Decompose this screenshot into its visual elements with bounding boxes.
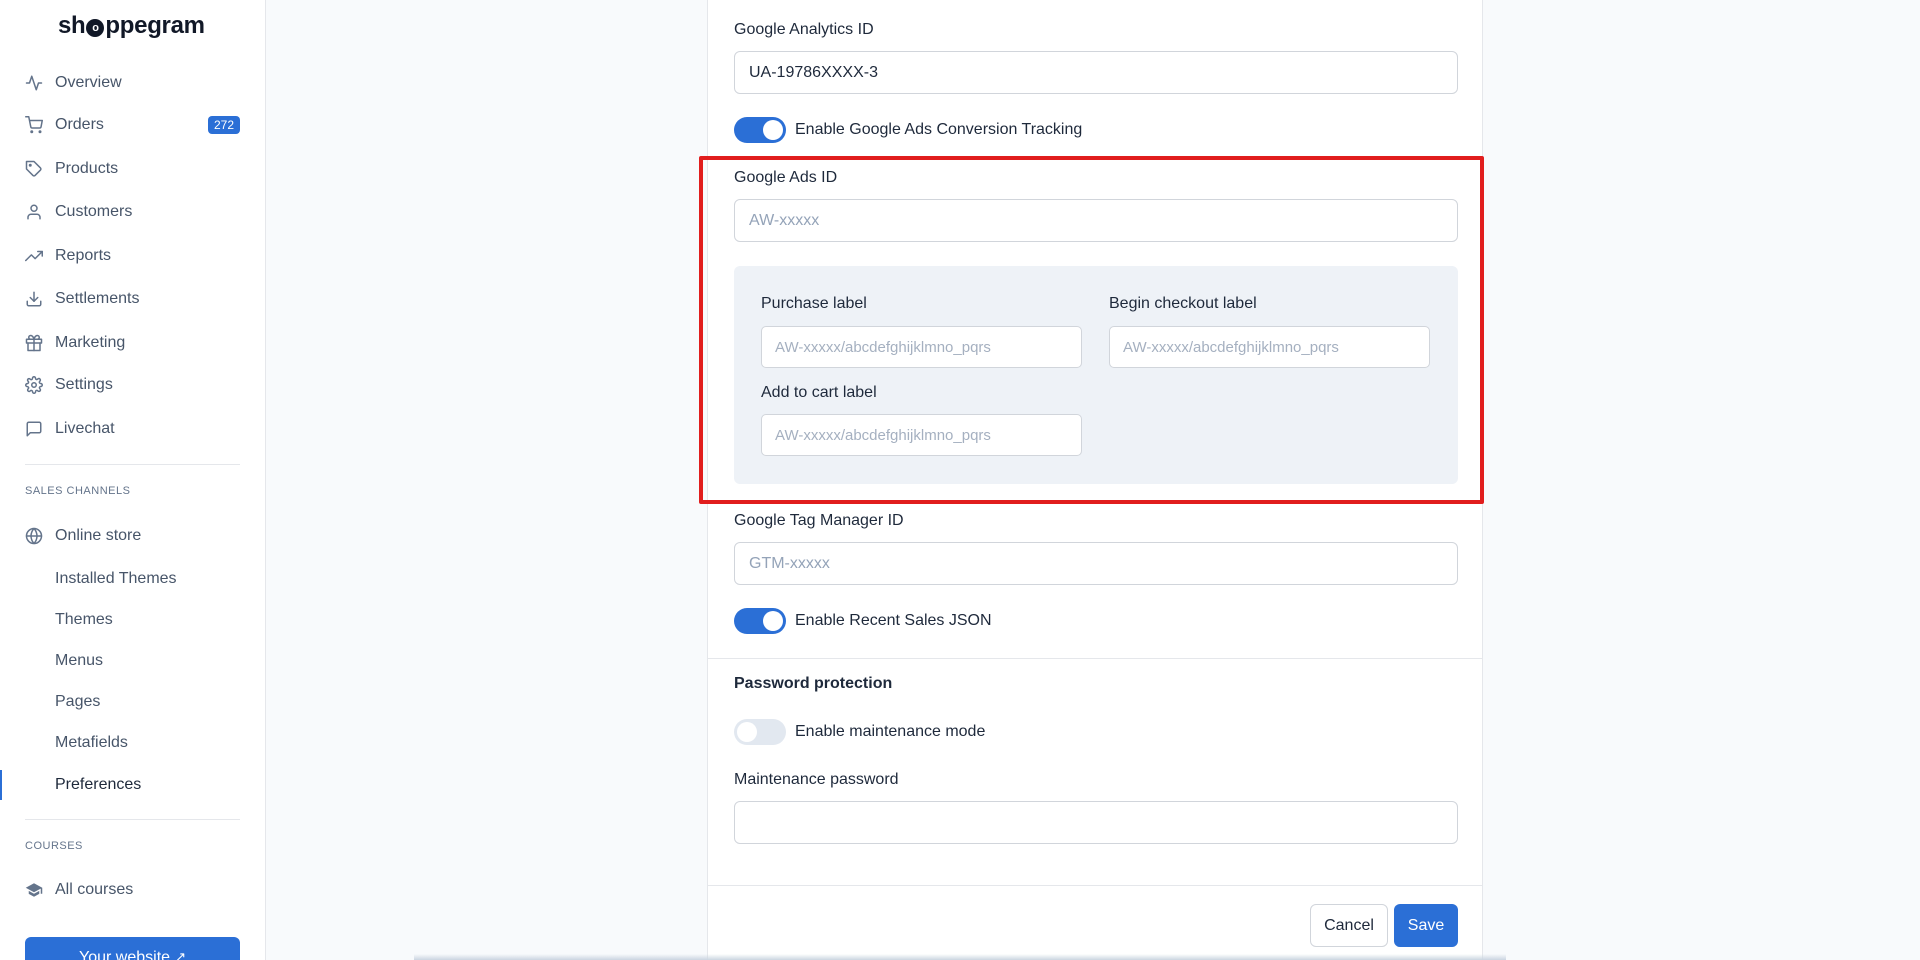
external-link-icon: ↗ bbox=[175, 949, 186, 960]
courses-heading: COURSES bbox=[25, 840, 83, 852]
sidebar-item-settlements[interactable]: Settlements bbox=[25, 284, 240, 314]
sidebar-item-reports[interactable]: Reports bbox=[25, 241, 240, 271]
gear-icon bbox=[25, 376, 43, 394]
begin-checkout-label-input[interactable] bbox=[1109, 326, 1430, 368]
cancel-button[interactable]: Cancel bbox=[1310, 904, 1388, 947]
purchase-label-input[interactable] bbox=[761, 326, 1082, 368]
google-analytics-input[interactable] bbox=[734, 51, 1458, 94]
maintenance-password-label: Maintenance password bbox=[734, 771, 899, 788]
maintenance-toggle[interactable] bbox=[734, 719, 786, 745]
sidebar-divider bbox=[25, 819, 240, 820]
ads-tracking-row: Enable Google Ads Conversion Tracking bbox=[734, 117, 1082, 143]
active-indicator bbox=[0, 770, 2, 800]
sidebar-subitem-themes[interactable]: Themes bbox=[55, 611, 113, 629]
google-ads-id-input[interactable] bbox=[734, 199, 1458, 242]
tag-icon bbox=[25, 160, 43, 178]
sidebar-item-marketing[interactable]: Marketing bbox=[25, 328, 240, 358]
trending-up-icon bbox=[25, 247, 43, 265]
sidebar-item-label: Settings bbox=[55, 376, 113, 393]
your-website-button[interactable]: Your website ↗ bbox=[25, 937, 240, 960]
maintenance-password-input[interactable] bbox=[734, 801, 1458, 844]
sidebar-subitem-installed-themes[interactable]: Installed Themes bbox=[55, 570, 177, 588]
save-button[interactable]: Save bbox=[1394, 904, 1458, 947]
sidebar-item-label: All courses bbox=[55, 881, 134, 898]
sidebar-subitem-pages[interactable]: Pages bbox=[55, 693, 100, 711]
add-to-cart-label-input[interactable] bbox=[761, 414, 1082, 456]
sidebar-item-customers[interactable]: Customers bbox=[25, 197, 240, 227]
sidebar-item-label: Settlements bbox=[55, 290, 140, 307]
sidebar-subitem-metafields[interactable]: Metafields bbox=[55, 734, 128, 752]
sidebar-item-label: Reports bbox=[55, 247, 112, 264]
sidebar-item-label: Customers bbox=[55, 203, 133, 220]
sidebar-item-orders[interactable]: Orders 272 bbox=[25, 110, 240, 140]
recent-sales-toggle[interactable] bbox=[734, 608, 786, 634]
orders-count-badge: 272 bbox=[207, 116, 240, 134]
sidebar-item-label: Orders bbox=[55, 116, 104, 133]
sales-channels-heading: SALES CHANNELS bbox=[25, 485, 131, 497]
tag-manager-label: Google Tag Manager ID bbox=[734, 512, 904, 529]
sidebar-item-livechat[interactable]: Livechat bbox=[25, 414, 240, 444]
logo-mark-icon: o bbox=[86, 19, 105, 37]
cart-icon bbox=[25, 116, 43, 134]
sidebar-item-overview[interactable]: Overview bbox=[25, 68, 240, 98]
footer-divider bbox=[708, 885, 1482, 886]
sidebar-item-online-store[interactable]: Online store bbox=[25, 521, 240, 551]
preferences-panel: Google Analytics ID Enable Google Ads Co… bbox=[699, 0, 1484, 960]
recent-sales-label: Enable Recent Sales JSON bbox=[795, 612, 992, 629]
purchase-label-label: Purchase label bbox=[761, 295, 867, 312]
ads-tracking-toggle[interactable] bbox=[734, 117, 786, 143]
globe-icon bbox=[25, 527, 43, 545]
gift-icon bbox=[25, 334, 43, 352]
sidebar-subitem-menus[interactable]: Menus bbox=[55, 652, 103, 670]
sidebar-item-label: Livechat bbox=[55, 420, 115, 437]
password-protection-title: Password protection bbox=[734, 675, 893, 692]
maintenance-row: Enable maintenance mode bbox=[734, 719, 985, 745]
ads-tracking-label: Enable Google Ads Conversion Tracking bbox=[795, 121, 1083, 138]
sidebar: sh o ppegram Overview Orders 272 Products … bbox=[0, 0, 266, 960]
section-divider bbox=[708, 658, 1482, 659]
add-to-cart-label-label: Add to cart label bbox=[761, 384, 877, 401]
sidebar-divider bbox=[25, 464, 240, 465]
brand-logo[interactable]: sh o ppegram bbox=[58, 12, 205, 40]
download-icon bbox=[25, 290, 43, 308]
recent-sales-row: Enable Recent Sales JSON bbox=[734, 608, 992, 634]
conversion-labels-box: Purchase label Begin checkout label Add … bbox=[734, 266, 1458, 484]
chat-icon bbox=[25, 420, 43, 438]
sidebar-item-label: Products bbox=[55, 160, 119, 177]
sidebar-item-label: Online store bbox=[55, 527, 142, 544]
activity-icon bbox=[25, 74, 43, 92]
sidebar-item-label: Marketing bbox=[55, 334, 126, 351]
google-ads-id-label: Google Ads ID bbox=[734, 169, 838, 186]
bottom-edge-shadow bbox=[414, 954, 1506, 960]
sidebar-item-all-courses[interactable]: All courses bbox=[25, 875, 240, 905]
sidebar-item-products[interactable]: Products bbox=[25, 154, 240, 184]
graduation-cap-icon bbox=[25, 881, 43, 899]
sidebar-item-settings[interactable]: Settings bbox=[25, 370, 240, 400]
begin-checkout-label-label: Begin checkout label bbox=[1109, 295, 1257, 312]
sidebar-subitem-preferences[interactable]: Preferences bbox=[55, 776, 141, 794]
user-icon bbox=[25, 203, 43, 221]
tag-manager-input[interactable] bbox=[734, 542, 1458, 585]
your-website-label: Your website bbox=[79, 949, 171, 960]
maintenance-label: Enable maintenance mode bbox=[795, 723, 986, 740]
sidebar-item-label: Overview bbox=[55, 74, 122, 91]
google-analytics-label: Google Analytics ID bbox=[734, 21, 874, 38]
